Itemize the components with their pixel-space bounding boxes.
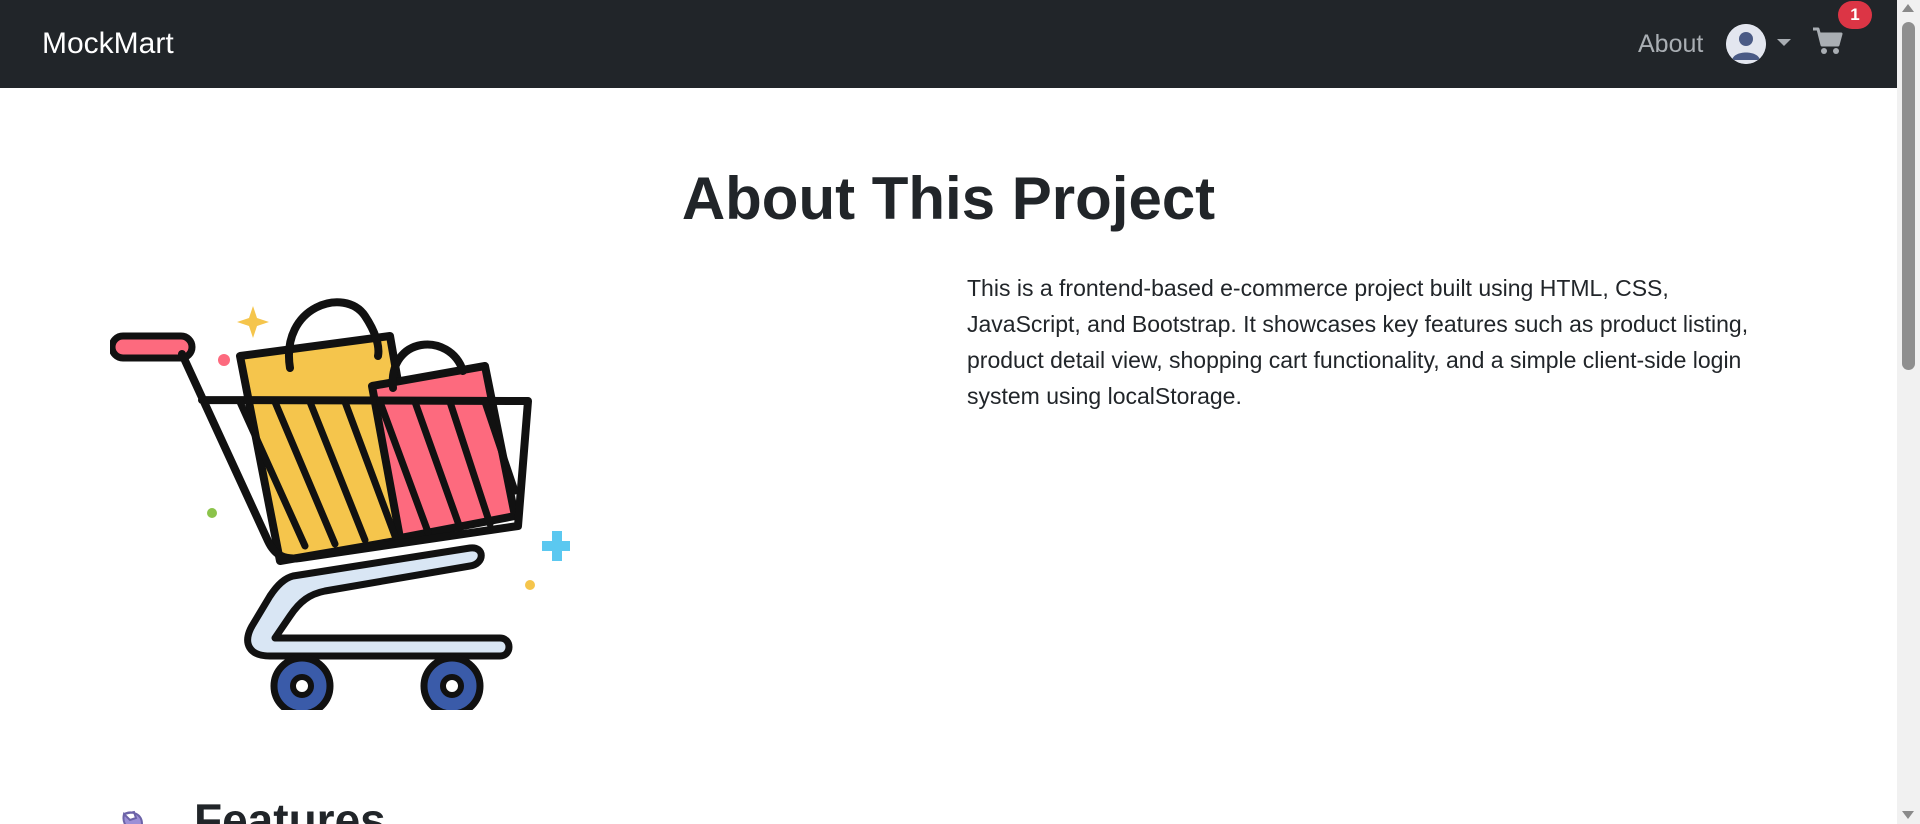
nav-about-link[interactable]: About	[1638, 27, 1703, 61]
scrollbar-thumb[interactable]	[1902, 22, 1915, 370]
page: MockMart About 1 About This Project This…	[0, 0, 1920, 824]
scroll-up-arrow-icon[interactable]	[1902, 4, 1914, 12]
vertical-scrollbar[interactable]	[1897, 0, 1920, 824]
cart-count-badge: 1	[1838, 1, 1872, 29]
user-avatar-icon	[1726, 24, 1766, 64]
features-heading: Features	[118, 790, 386, 824]
shopping-cart-illustration	[108, 276, 572, 718]
user-dropdown-toggle[interactable]	[1726, 24, 1794, 66]
project-description: This is a frontend-based e-commerce proj…	[967, 275, 1749, 409]
navbar: MockMart About 1	[0, 0, 1897, 88]
features-heading-label: Features	[194, 794, 386, 824]
shopping-cart-icon	[1813, 27, 1843, 54]
scroll-down-arrow-icon[interactable]	[1902, 811, 1914, 819]
wrench-icon	[118, 804, 164, 824]
chevron-down-icon	[1777, 39, 1791, 46]
brand-link[interactable]: MockMart	[42, 24, 174, 64]
page-title: About This Project	[681, 165, 1216, 232]
cart-button[interactable]	[1812, 26, 1848, 62]
